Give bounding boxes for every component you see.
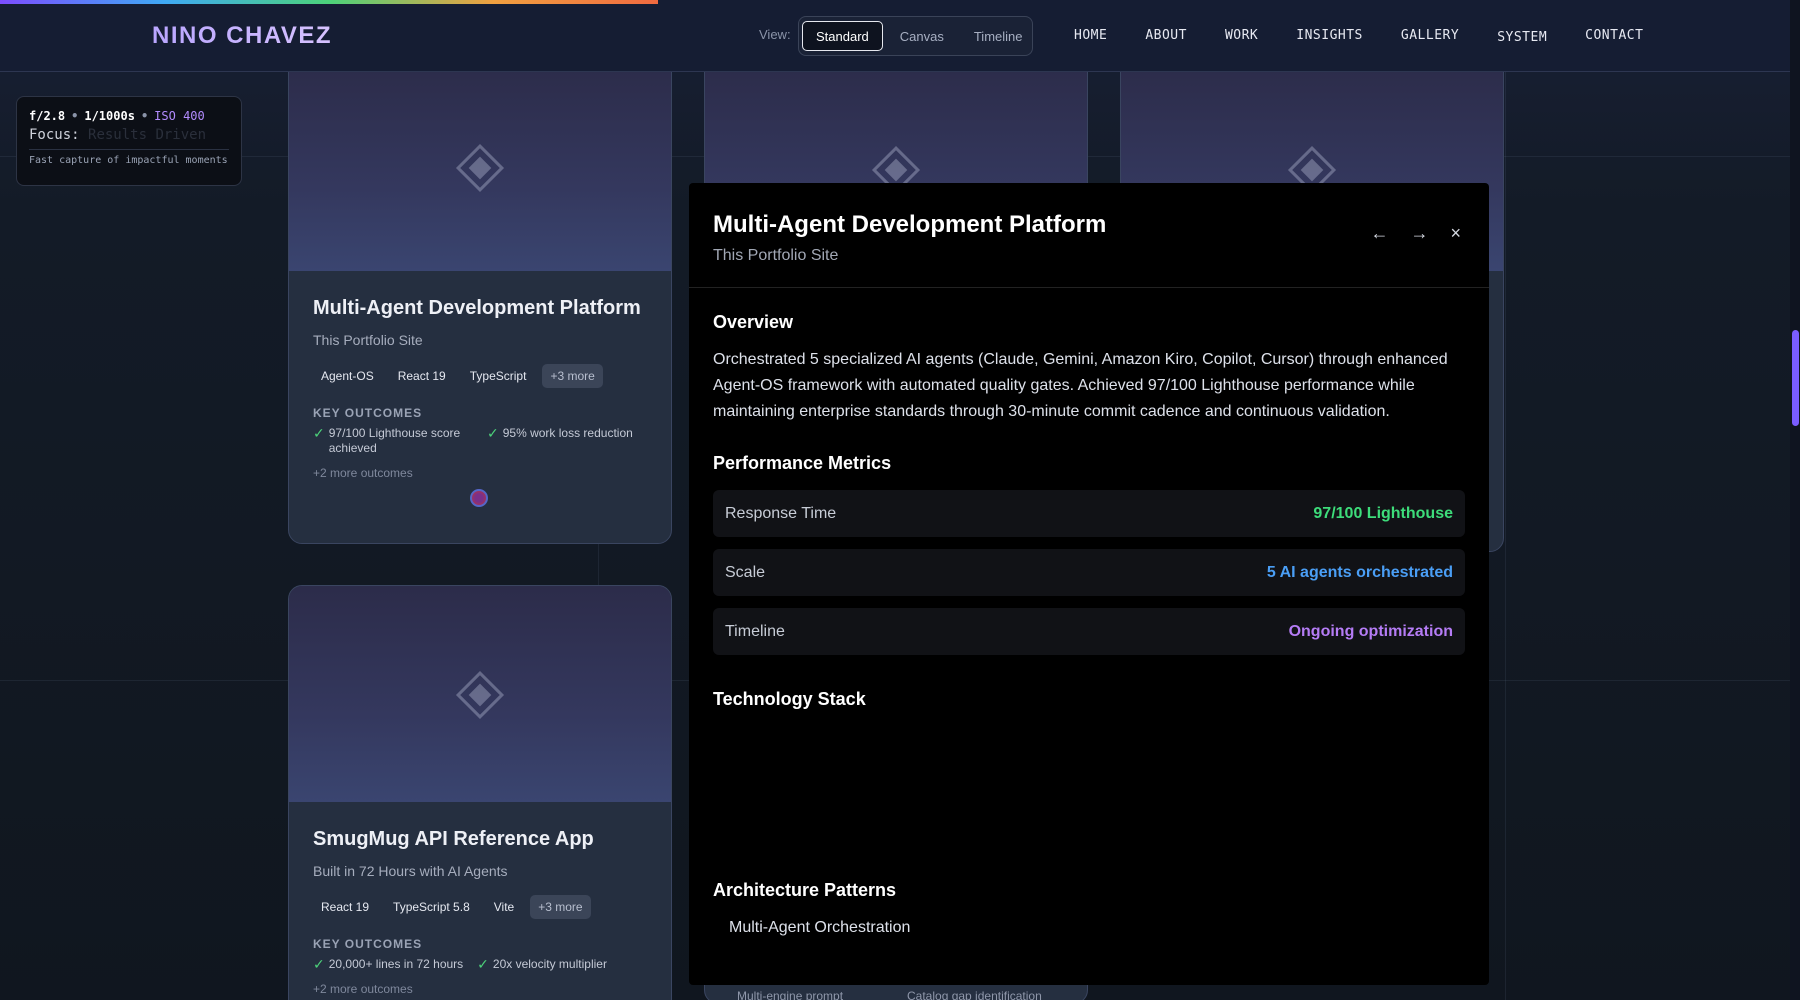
metric-label: Response Time bbox=[725, 504, 837, 522]
more-tags-badge[interactable]: +3 more bbox=[530, 895, 591, 919]
scrollbar[interactable] bbox=[1790, 0, 1800, 1000]
exposure-readout: f/2.8 • 1/1000s • ISO 400 bbox=[29, 109, 229, 123]
focus-label: Focus: bbox=[29, 127, 80, 143]
outcomes-list: ✓ 97/100 Lighthouse score achieved ✓ 95%… bbox=[313, 426, 647, 456]
tech-tag: React 19 bbox=[397, 369, 446, 383]
check-icon: ✓ bbox=[487, 425, 499, 441]
tech-tag: React 19 bbox=[321, 900, 370, 914]
site-logo[interactable]: NINO CHAVEZ bbox=[152, 22, 332, 50]
placeholder-diamond-icon bbox=[455, 670, 505, 720]
tech-stack-area bbox=[713, 710, 1465, 880]
modal-title: Multi-Agent Development Platform bbox=[713, 211, 1107, 238]
key-outcomes-label: KEY OUTCOMES bbox=[313, 406, 423, 420]
architecture-heading: Architecture Patterns bbox=[713, 880, 897, 900]
focus-readout: Focus: Results Driven bbox=[29, 127, 229, 143]
view-standard-button[interactable]: Standard bbox=[802, 21, 883, 51]
tech-tags: Agent-OS React 19 TypeScript +3 more bbox=[313, 364, 647, 388]
metric-value: 5 AI agents orchestrated bbox=[1266, 563, 1453, 581]
outcome-text: 97/100 Lighthouse score achieved bbox=[328, 426, 461, 455]
peek-text: Catalog gap identification bbox=[907, 989, 1042, 1000]
main-nav: HOME ABOUT WORK INSIGHTS GALLERY SYSTEM … bbox=[1074, 28, 1643, 45]
more-outcomes-link[interactable]: +2 more outcomes bbox=[313, 466, 647, 480]
outcome-text: 95% work loss reduction bbox=[502, 426, 633, 440]
tech-tag: TypeScript 5.8 bbox=[393, 900, 470, 914]
overview-heading: Overview bbox=[713, 312, 794, 332]
outcome-item: ✓ 97/100 Lighthouse score achieved bbox=[313, 426, 473, 456]
key-outcomes-label: KEY OUTCOMES bbox=[313, 937, 423, 951]
outcome-item: ✓ 95% work loss reduction bbox=[487, 426, 633, 456]
focus-value: Results Driven bbox=[88, 127, 207, 143]
view-timeline-button[interactable]: Timeline bbox=[961, 21, 1036, 51]
grid-line bbox=[1505, 72, 1506, 1000]
tech-tags: React 19 TypeScript 5.8 Vite +3 more bbox=[313, 895, 647, 919]
project-card[interactable]: Multi-Agent Development Platform This Po… bbox=[288, 64, 672, 544]
close-icon[interactable]: × bbox=[1450, 223, 1461, 244]
top-navigation-bar: NINO CHAVEZ View: Standard Canvas Timeli… bbox=[0, 0, 1790, 72]
modal-header: Multi-Agent Development Platform This Po… bbox=[689, 183, 1489, 288]
divider bbox=[29, 149, 229, 150]
metric-row: Scale 5 AI agents orchestrated bbox=[713, 549, 1465, 596]
card-thumbnail bbox=[289, 586, 671, 802]
nav-home[interactable]: HOME bbox=[1074, 28, 1107, 43]
card-body: Multi-Agent Development Platform This Po… bbox=[289, 271, 671, 506]
scrollbar-thumb[interactable] bbox=[1792, 330, 1799, 426]
outcomes-list: ✓ 20,000+ lines in 72 hours ✓ 20x veloci… bbox=[313, 957, 647, 972]
view-label: View: bbox=[759, 27, 791, 42]
nav-insights[interactable]: INSIGHTS bbox=[1296, 28, 1363, 43]
check-icon: ✓ bbox=[477, 956, 489, 972]
metric-row: Timeline Ongoing optimization bbox=[713, 608, 1465, 655]
iso-value: ISO 400 bbox=[154, 109, 205, 123]
peek-text: Multi-engine prompt bbox=[737, 989, 844, 1000]
card-body: SmugMug API Reference App Built in 72 Ho… bbox=[289, 802, 671, 1000]
metric-value: Ongoing optimization bbox=[1288, 622, 1453, 640]
tech-tag: Vite bbox=[493, 900, 515, 914]
outcome-item: ✓ 20,000+ lines in 72 hours bbox=[313, 957, 463, 972]
more-tags-badge[interactable]: +3 more bbox=[542, 364, 603, 388]
exposure-settings-widget: f/2.8 • 1/1000s • ISO 400 Focus: Results Dri… bbox=[16, 96, 242, 186]
metrics-heading: Performance Metrics bbox=[713, 453, 892, 473]
shutter-value: 1/1000s bbox=[84, 109, 135, 123]
project-card[interactable]: SmugMug API Reference App Built in 72 Ho… bbox=[288, 585, 672, 1000]
project-detail-modal: Multi-Agent Development Platform This Po… bbox=[689, 183, 1489, 985]
modal-body: Overview Orchestrated 5 specialized AI a… bbox=[689, 288, 1489, 961]
check-icon: ✓ bbox=[313, 425, 325, 441]
aperture-value: f/2.8 bbox=[29, 109, 66, 123]
nav-contact[interactable]: CONTACT bbox=[1585, 28, 1643, 43]
metric-label: Scale bbox=[725, 563, 766, 581]
card-subtitle: Built in 72 Hours with AI Agents bbox=[313, 863, 508, 879]
outcome-item: ✓ 20x velocity multiplier bbox=[477, 957, 607, 972]
modal-controls: ← → × bbox=[1370, 223, 1461, 244]
outcome-text: 20x velocity multiplier bbox=[492, 957, 607, 971]
more-outcomes-link[interactable]: +2 more outcomes bbox=[313, 982, 647, 996]
next-arrow-icon[interactable]: → bbox=[1410, 223, 1428, 244]
check-icon: ✓ bbox=[313, 956, 325, 972]
exposure-description: Fast capture of impactful moments bbox=[29, 155, 228, 166]
modal-subtitle: This Portfolio Site bbox=[713, 247, 839, 264]
tech-stack-heading: Technology Stack bbox=[713, 689, 866, 709]
metric-label: Timeline bbox=[725, 622, 785, 640]
scroll-progress-bar bbox=[0, 0, 658, 4]
metric-value: 97/100 Lighthouse bbox=[1313, 504, 1453, 522]
nav-system[interactable]: SYSTEM bbox=[1497, 30, 1547, 45]
card-title: Multi-Agent Development Platform bbox=[313, 297, 641, 319]
placeholder-diamond-icon bbox=[455, 143, 505, 193]
overview-text: Orchestrated 5 specialized AI agents (Cl… bbox=[713, 351, 1448, 420]
outcome-text: 20,000+ lines in 72 hours bbox=[328, 957, 464, 971]
card-thumbnail bbox=[289, 65, 671, 271]
nav-about[interactable]: ABOUT bbox=[1145, 28, 1187, 43]
view-toggle: Standard Canvas Timeline bbox=[798, 16, 1033, 56]
metric-row: Response Time 97/100 Lighthouse bbox=[713, 490, 1465, 537]
separator-dot: • bbox=[140, 109, 149, 123]
architecture-item: Multi-Agent Orchestration bbox=[729, 919, 911, 936]
nav-work[interactable]: WORK bbox=[1225, 28, 1258, 43]
view-canvas-button[interactable]: Canvas bbox=[887, 21, 957, 51]
previous-arrow-icon[interactable]: ← bbox=[1370, 223, 1388, 244]
separator-dot: • bbox=[71, 109, 79, 123]
tech-tag: Agent-OS bbox=[321, 369, 374, 383]
tech-tag: TypeScript bbox=[469, 369, 527, 383]
card-title: SmugMug API Reference App bbox=[313, 828, 594, 850]
cursor-indicator bbox=[470, 489, 488, 507]
nav-gallery[interactable]: GALLERY bbox=[1401, 28, 1459, 43]
card-subtitle: This Portfolio Site bbox=[313, 332, 423, 348]
